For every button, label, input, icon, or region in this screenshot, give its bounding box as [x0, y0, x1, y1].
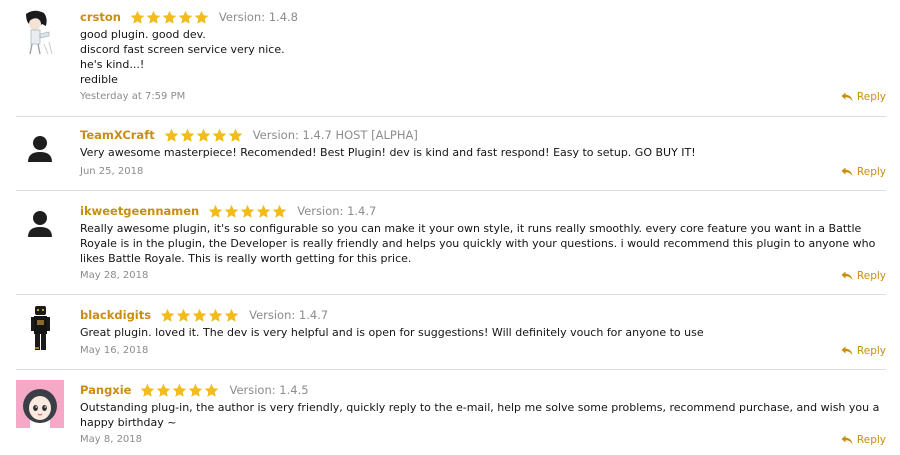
- rating-stars: [160, 307, 240, 323]
- username-link[interactable]: ikweetgeennamen: [80, 202, 199, 220]
- star-icon: [208, 308, 223, 322]
- star-icon: [240, 204, 255, 218]
- username-link[interactable]: crston: [80, 8, 121, 26]
- reply-icon: [841, 271, 857, 281]
- rating-stars: [208, 203, 288, 219]
- star-icon: [176, 308, 191, 322]
- star-icon: [160, 308, 175, 322]
- review-content: Pangxie Version: 1.4.5 Outstanding plug-…: [80, 381, 886, 430]
- star-icon: [256, 204, 271, 218]
- star-icon: [164, 128, 179, 142]
- review-text-paragraph: Really awesome plugin, it's so configura…: [80, 222, 876, 265]
- star-icon: [194, 10, 209, 24]
- star-icon: [157, 383, 171, 397]
- star-icon: [196, 128, 211, 142]
- review-text: Really awesome plugin, it's so configura…: [80, 221, 886, 266]
- star-icon: [228, 128, 243, 142]
- reply-label: Reply: [856, 434, 886, 446]
- review-date[interactable]: May 28, 2018: [80, 269, 148, 283]
- review-date[interactable]: May 8, 2018: [80, 433, 142, 447]
- reply-button[interactable]: Reply: [841, 90, 886, 104]
- reply-button[interactable]: Reply: [841, 433, 886, 447]
- review-text-line: he's kind...!: [80, 58, 145, 71]
- rating-stars: [140, 382, 220, 398]
- review-text-paragraph: Outstanding plug-in, the author is very …: [80, 401, 880, 429]
- star-icon: [130, 10, 145, 24]
- star-icon: [224, 204, 239, 218]
- default-user-avatar[interactable]: [16, 126, 64, 174]
- reply-icon: [841, 92, 857, 102]
- username-link[interactable]: Pangxie: [80, 381, 131, 399]
- review-divider: [16, 369, 886, 370]
- anime-girl-avatar[interactable]: [16, 380, 64, 428]
- review-text-line: Great plugin. loved it. The dev is very …: [80, 326, 704, 339]
- review-text: good plugin. good dev. discord fast scre…: [80, 27, 886, 87]
- reply-icon: [841, 435, 857, 445]
- review-date[interactable]: Yesterday at 7:59 PM: [80, 90, 185, 104]
- review-content: ikweetgeennamen Version: 1.4.7 Really aw…: [80, 202, 886, 266]
- version-label: Version: 1.4.8: [218, 10, 299, 24]
- star-icon: [189, 383, 203, 397]
- figure-avatar[interactable]: [16, 304, 64, 352]
- star-icon: [173, 383, 187, 397]
- review-divider: [16, 190, 886, 191]
- version-label: Version: 1.4.7 HOST [ALPHA]: [252, 128, 418, 142]
- reply-icon: [841, 346, 857, 356]
- star-icon: [205, 383, 219, 397]
- review-date[interactable]: May 16, 2018: [80, 344, 148, 358]
- review-text: Very awesome masterpiece! Recomended! Be…: [80, 145, 886, 160]
- rating-stars: [130, 9, 210, 25]
- review-divider: [16, 294, 886, 295]
- review-content: crston Version: 1.4.8 good plugin. good …: [80, 8, 886, 87]
- review-date[interactable]: Jun 25, 2018: [80, 165, 143, 179]
- reply-label: Reply: [856, 91, 886, 103]
- review-content: TeamXCraft Version: 1.4.7 HOST [ALPHA] V…: [80, 126, 886, 160]
- reply-icon: [841, 167, 857, 177]
- star-icon: [178, 10, 193, 24]
- version-label: Version: 1.4.7: [297, 204, 377, 218]
- review-text: Great plugin. loved it. The dev is very …: [80, 325, 886, 340]
- star-icon: [162, 10, 177, 24]
- reply-button[interactable]: Reply: [841, 269, 886, 283]
- review-text: Outstanding plug-in, the author is very …: [80, 400, 886, 430]
- version-label: Version: 1.4.5: [229, 383, 309, 397]
- star-icon: [141, 383, 155, 397]
- reply-label: Reply: [856, 270, 886, 282]
- reply-button[interactable]: Reply: [841, 344, 886, 358]
- review-text-line: good plugin. good dev.: [80, 28, 206, 41]
- rating-stars: [164, 127, 244, 143]
- review-text-line: Very awesome masterpiece! Recomended! Be…: [80, 146, 696, 159]
- star-icon: [272, 204, 287, 218]
- anime-figure-avatar[interactable]: [16, 8, 64, 56]
- star-icon: [192, 308, 207, 322]
- username-link[interactable]: blackdigits: [80, 306, 151, 324]
- default-user-avatar[interactable]: [16, 201, 64, 249]
- reply-button[interactable]: Reply: [841, 165, 886, 179]
- star-icon: [212, 128, 227, 142]
- reply-label: Reply: [856, 345, 886, 357]
- review-content: blackdigits Version: 1.4.7 Great plugin.…: [80, 306, 886, 340]
- star-icon: [180, 128, 195, 142]
- review-divider: [16, 116, 886, 117]
- reply-label: Reply: [856, 166, 886, 178]
- review-text-line: discord fast screen service very nice.: [80, 43, 285, 56]
- star-icon: [208, 204, 223, 218]
- username-link[interactable]: TeamXCraft: [80, 126, 155, 144]
- version-label: Version: 1.4.7: [249, 308, 329, 322]
- star-icon: [146, 10, 161, 24]
- star-icon: [224, 308, 239, 322]
- review-text-line: redible: [80, 73, 118, 86]
